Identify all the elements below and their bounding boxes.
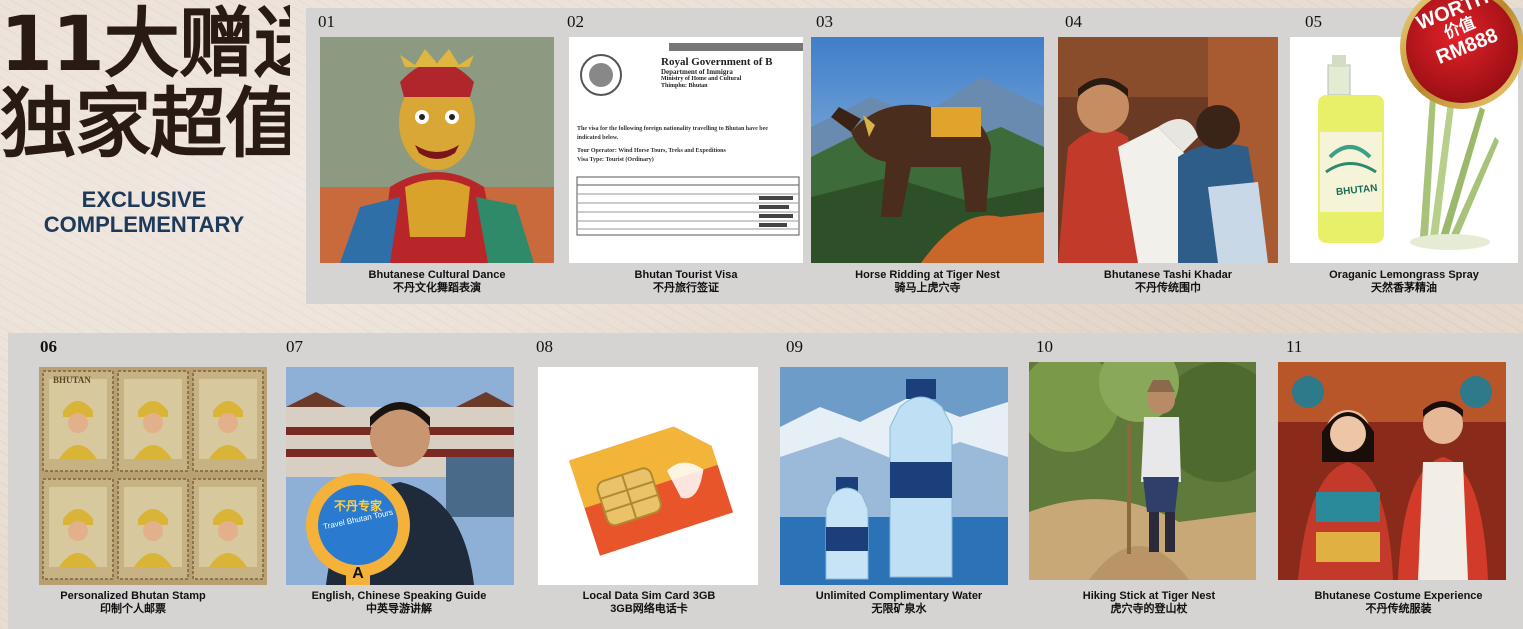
caption-en: Unlimited Complimentary Water — [815, 590, 983, 602]
headline: 11大赠送 独家超值 — [0, 4, 290, 164]
visa-document-photo: Royal Government of B Department of Immi… — [569, 37, 803, 263]
item-number: 09 — [786, 337, 803, 356]
item-number: 01 — [318, 12, 335, 31]
item-caption: Horse Ridding at Tiger Nest 骑马上虎穴寺 — [811, 269, 1044, 295]
tour-guide-photo: 不丹专家 Travel Bhutan Tours A — [286, 367, 514, 585]
worth-badge: WORTH 价值 RM888 — [1395, 0, 1523, 113]
gift-item-08: 08 Local Data Sim Card 3GB 3GB网络电话卡 — [524, 333, 774, 629]
visa-doc-para-2: indicated below. — [577, 135, 619, 141]
caption-zh: 不丹旅行签证 — [653, 282, 719, 294]
visa-doc-heading: Royal Government of B — [661, 57, 773, 68]
caption-zh: 印制个人邮票 — [100, 603, 166, 615]
item-number: 05 — [1305, 12, 1322, 31]
hiking-stick-photo — [1029, 362, 1256, 580]
mask-dancer-photo — [320, 37, 554, 263]
item-caption: Bhutanese Tashi Khadar 不丹传统围巾 — [1058, 269, 1278, 295]
item-number: 04 — [1065, 12, 1082, 31]
gift-item-02: 02 Royal Government of B Department of I… — [555, 8, 804, 304]
item-number: 06 — [40, 337, 57, 356]
gift-item-03: 03 Horse Ridding at Tiger Nest 骑马上虎穴寺 — [804, 8, 1053, 304]
gift-item-11: 11 Bhutanese Costume Experience 不丹传统服装 — [1274, 333, 1523, 629]
visa-doc-ministry: Ministry of Home and Cultural — [661, 76, 742, 82]
caption-en: Bhutan Tourist Visa — [634, 269, 738, 281]
headline-line-2: 独家超值 — [0, 84, 290, 164]
caption-zh: 3GB网络电话卡 — [610, 603, 688, 615]
caption-en: Bhutanese Tashi Khadar — [1103, 269, 1233, 281]
gift-item-09: 09 Unlimited Complimentary Water 无限矿泉水 — [774, 333, 1024, 629]
headline-line-1: 11大赠送 — [0, 4, 290, 84]
item-number: 03 — [816, 12, 833, 31]
gift-item-06: 06 BHUTAN Personalized Bhutan Stamp 印制个人… — [8, 333, 267, 629]
gift-item-04: 04 Bhutanese Tashi Khadar 不丹传统围巾 — [1053, 8, 1293, 304]
water-bottles-photo — [780, 367, 1008, 585]
caption-zh: 不丹传统服装 — [1365, 603, 1432, 615]
item-number: 08 — [536, 337, 553, 356]
caption-en: Personalized Bhutan Stamp — [60, 590, 206, 602]
item-caption: Personalized Bhutan Stamp 印制个人邮票 — [8, 590, 258, 616]
item-number: 02 — [567, 12, 584, 31]
caption-zh: 骑马上虎穴寺 — [894, 282, 961, 294]
horse-mountain-photo — [811, 37, 1044, 263]
item-caption: Bhutan Tourist Visa 不丹旅行签证 — [569, 269, 803, 295]
item-caption: Oraganic Lemongrass Spray 天然香茅精油 — [1290, 269, 1518, 295]
gift-panel-bottom: 06 BHUTAN Personalized Bhutan Stamp 印制个人… — [8, 333, 1523, 629]
caption-en: Hiking Stick at Tiger Nest — [1082, 590, 1216, 602]
item-number: 11 — [1286, 337, 1303, 356]
caption-zh: 虎穴寺的登山杖 — [1110, 603, 1188, 615]
sim-card-photo — [538, 367, 758, 585]
visa-doc-para-1: The visa for the following foreign natio… — [577, 126, 768, 132]
caption-zh: 不丹文化舞蹈表演 — [393, 282, 481, 294]
visa-doc-type: Visa Type: Tourist (Ordinary) — [577, 157, 654, 163]
item-caption: Unlimited Complimentary Water 无限矿泉水 — [774, 590, 1024, 616]
gift-item-07: 07 不丹专家 Travel Bhutan Tours A English, C… — [274, 333, 524, 629]
visa-doc-subheading: Department of Immigra — [661, 68, 733, 76]
caption-zh: 中英导游讲解 — [366, 603, 432, 615]
item-caption: English, Chinese Speaking Guide 中英导游讲解 — [274, 590, 524, 616]
gift-item-10: 10 Hiking Stick at Tiger Nest 虎穴寺的登山杖 — [1024, 333, 1274, 629]
guide-sign-letter: A — [352, 565, 364, 582]
item-caption: Local Data Sim Card 3GB 3GB网络电话卡 — [524, 590, 774, 616]
caption-zh: 无限矿泉水 — [871, 603, 927, 615]
costume-couple-photo — [1278, 362, 1506, 580]
item-number: 10 — [1036, 337, 1053, 356]
stamp-sheet-photo: BHUTAN — [39, 367, 267, 585]
item-number: 07 — [286, 337, 303, 356]
item-caption: Bhutanese Cultural Dance 不丹文化舞蹈表演 — [320, 269, 554, 295]
gift-panel-top: 01 Bhutanese Cultural Dance 不丹文化舞蹈表演 02 … — [306, 8, 1523, 304]
caption-zh: 不丹传统围巾 — [1135, 282, 1201, 294]
gift-item-01: 01 Bhutanese Cultural Dance 不丹文化舞蹈表演 — [306, 8, 555, 304]
caption-en: Bhutanese Cultural Dance — [368, 269, 506, 281]
subhead-line-1: EXCLUSIVE — [81, 187, 207, 212]
caption-en: Oraganic Lemongrass Spray — [1329, 269, 1479, 281]
item-caption: Bhutanese Costume Experience 不丹传统服装 — [1274, 590, 1523, 616]
caption-en: English, Chinese Speaking Guide — [311, 590, 487, 602]
caption-zh: 天然香茅精油 — [1371, 282, 1437, 294]
caption-en: Horse Ridding at Tiger Nest — [855, 269, 1000, 281]
item-caption: Hiking Stick at Tiger Nest 虎穴寺的登山杖 — [1024, 590, 1274, 616]
visa-doc-city: Thimphu: Bhutan — [661, 83, 708, 89]
caption-en: Bhutanese Costume Experience — [1314, 590, 1483, 602]
subhead-line-2: COMPLEMENTARY — [43, 212, 245, 237]
stamp-label: BHUTAN — [53, 375, 91, 385]
visa-doc-operator: Tour Operator: Wind Horse Tours, Treks a… — [577, 148, 726, 154]
subhead: EXCLUSIVE COMPLEMENTARY — [0, 187, 288, 237]
khadar-scarf-photo — [1058, 37, 1278, 263]
caption-en: Local Data Sim Card 3GB — [582, 590, 716, 602]
